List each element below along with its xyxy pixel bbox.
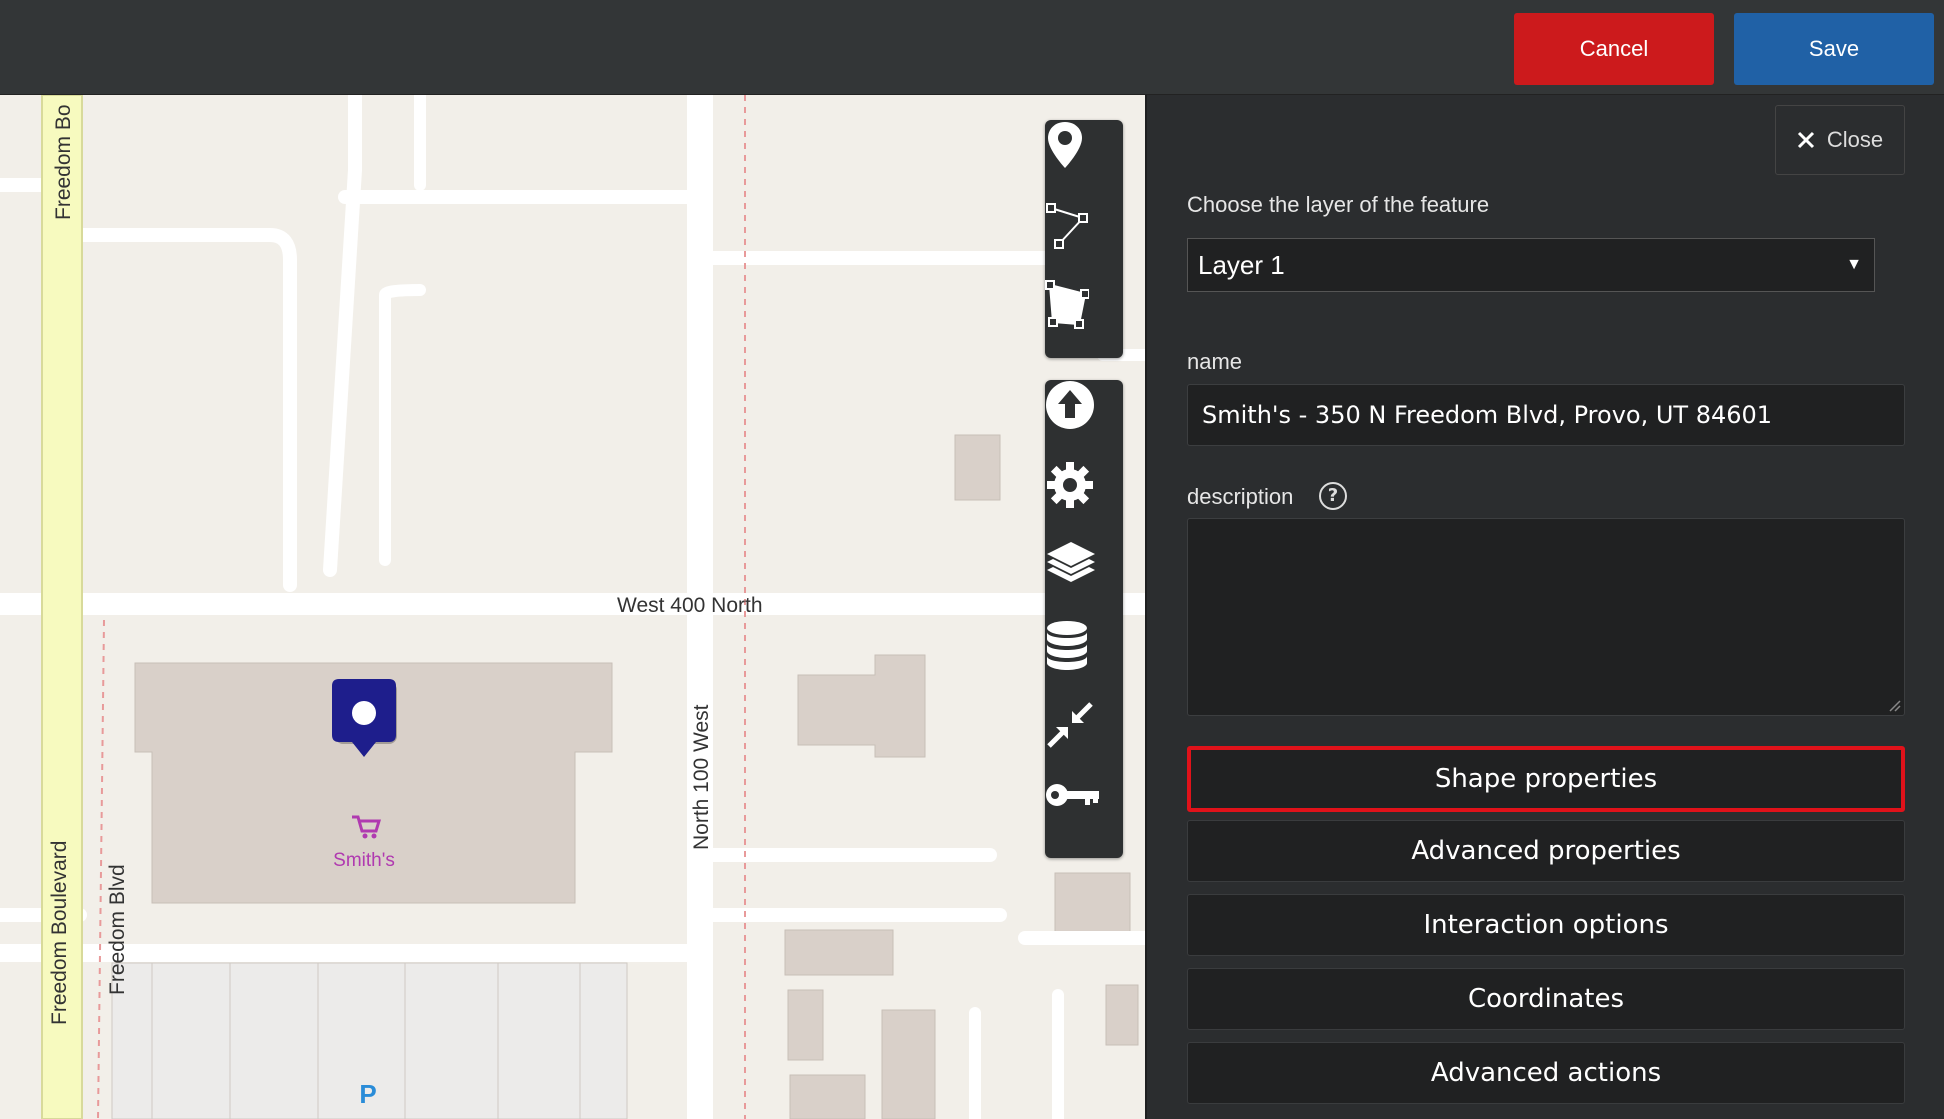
building <box>789 1074 866 1119</box>
layer-prompt: Choose the layer of the feature <box>1187 192 1490 217</box>
description-label: description <box>1187 484 1294 509</box>
building <box>1105 984 1139 1046</box>
layer-select[interactable]: Layer 1 ▼ <box>1187 238 1875 292</box>
description-textarea[interactable] <box>1187 518 1905 716</box>
collapse-tool[interactable] <box>1045 700 1123 780</box>
building <box>797 654 926 758</box>
key-icon <box>1046 784 1099 806</box>
close-button[interactable]: Close <box>1775 105 1905 175</box>
street-label-freedom-blvd: Freedom Blvd <box>106 864 129 995</box>
close-icon <box>1797 131 1814 149</box>
building <box>784 929 894 976</box>
collapse-icon <box>1047 702 1093 748</box>
database-icon <box>1047 621 1087 670</box>
map-view[interactable]: West 400 North North 100 West Freedom Bo… <box>0 95 1145 1119</box>
shape-properties-button[interactable]: Shape properties <box>1187 746 1905 812</box>
polygon-icon <box>1045 280 1089 329</box>
layers-tool[interactable] <box>1045 540 1123 620</box>
draw-polygon-tool[interactable] <box>1045 280 1123 360</box>
building <box>787 989 824 1061</box>
marker-icon <box>1048 122 1082 168</box>
layer-select-value: Layer 1 <box>1198 249 1285 280</box>
building <box>881 1009 936 1119</box>
street-label-freedom-bo: Freedom Bo <box>52 104 75 220</box>
draw-polyline-tool[interactable] <box>1045 200 1123 280</box>
building <box>954 434 1001 501</box>
poi-label: Smith's <box>333 850 395 871</box>
dropdown-arrow-icon: ▼ <box>1846 256 1862 273</box>
settings-tool[interactable] <box>1045 460 1123 540</box>
advanced-actions-button[interactable]: Advanced actions <box>1187 1042 1905 1104</box>
parking-label: P <box>359 1079 376 1109</box>
street-label-freedom-boulevard: Freedom Boulevard <box>48 841 71 1025</box>
polyline-icon <box>1046 203 1088 249</box>
save-button[interactable]: Save <box>1734 13 1934 85</box>
draw-toolbar <box>1045 120 1123 358</box>
data-tool[interactable] <box>1045 620 1123 700</box>
building <box>1054 872 1131 934</box>
name-label: name <box>1187 349 1243 374</box>
action-toolbar <box>1045 380 1123 858</box>
resize-handle-icon[interactable] <box>1887 698 1901 712</box>
key-tool[interactable] <box>1045 780 1123 860</box>
draw-marker-tool[interactable] <box>1045 120 1123 200</box>
map-canvas[interactable]: West 400 North North 100 West Freedom Bo… <box>0 95 1145 1119</box>
street-label-north-100-west: North 100 West <box>690 704 713 850</box>
layers-icon <box>1047 542 1095 582</box>
upload-tool[interactable] <box>1045 380 1123 460</box>
street-label-west-400-north: West 400 North <box>617 594 763 617</box>
help-icon[interactable]: ? <box>1319 482 1347 510</box>
name-field[interactable]: Smith's - 350 N Freedom Blvd, Provo, UT … <box>1187 384 1905 446</box>
coordinates-button[interactable]: Coordinates <box>1187 968 1905 1030</box>
advanced-properties-button[interactable]: Advanced properties <box>1187 820 1905 882</box>
cancel-button[interactable]: Cancel <box>1514 13 1714 85</box>
upload-icon <box>1046 381 1094 429</box>
top-bar: Cancel Save <box>0 0 1944 95</box>
gear-icon <box>1047 462 1093 508</box>
interaction-options-button[interactable]: Interaction options <box>1187 894 1905 956</box>
close-label: Close <box>1826 127 1884 152</box>
